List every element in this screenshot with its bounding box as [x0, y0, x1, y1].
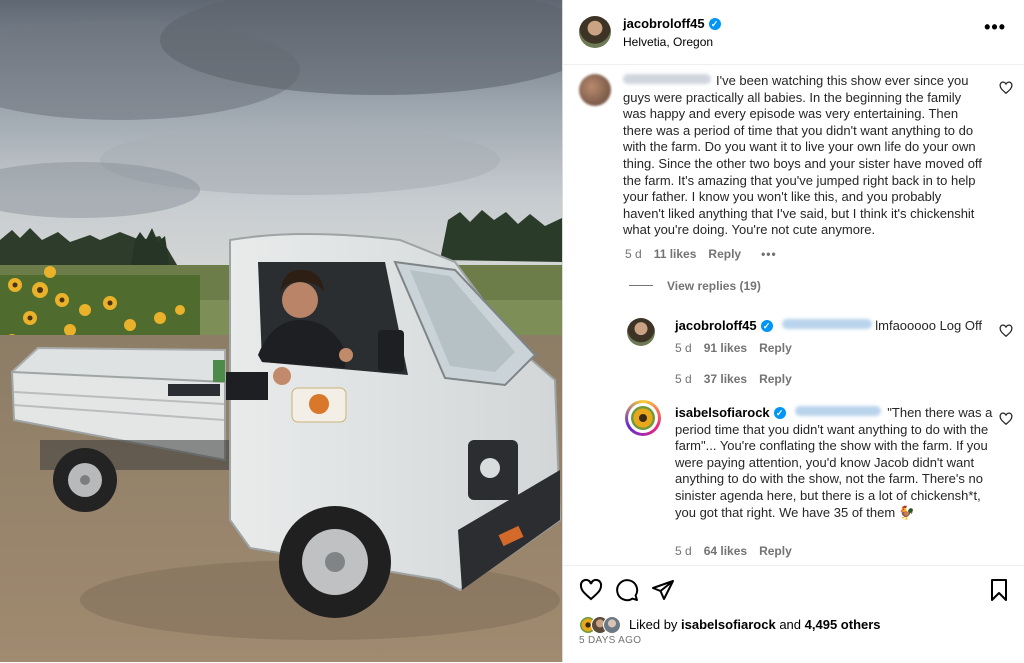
- reply-like-heart-icon[interactable]: [999, 324, 1013, 338]
- reply-body: isabelsofiarock ✓ "Then there was a perio…: [675, 405, 995, 521]
- verified-badge-icon: ✓: [708, 18, 721, 30]
- post-photo-illustration: [0, 0, 562, 662]
- comment-text: I've been watching this show ever since …: [623, 73, 982, 238]
- post-date[interactable]: 5 DAYS AGO: [579, 635, 641, 646]
- view-replies-button[interactable]: View replies (19): [629, 279, 761, 293]
- comment-body: I've been watching this show ever since …: [623, 73, 985, 239]
- reply-button[interactable]: Reply: [759, 544, 792, 558]
- comment-meta: 5 d 11 likes Reply •••: [625, 247, 777, 261]
- reply-avatar[interactable]: [625, 400, 661, 436]
- reply-age: 5 d: [675, 372, 692, 386]
- liked-by-user[interactable]: isabelsofiarock: [681, 617, 776, 632]
- share-icon[interactable]: [651, 578, 675, 602]
- reply-username[interactable]: isabelsofiarock: [675, 405, 770, 420]
- sunflower-avatar-image: [631, 406, 655, 430]
- verified-badge-icon: ✓: [760, 320, 773, 332]
- avatar[interactable]: [579, 16, 611, 48]
- liked-by-prefix: Liked by: [629, 617, 678, 632]
- commenter-avatar[interactable]: [579, 74, 611, 106]
- author-username[interactable]: jacobroloff45: [623, 16, 705, 31]
- heart-icon[interactable]: [579, 578, 603, 602]
- comment-like-heart-icon[interactable]: [999, 81, 1013, 95]
- reply-button[interactable]: Reply: [708, 247, 741, 261]
- comment-icon[interactable]: [615, 578, 639, 602]
- post-header: jacobroloff45 ✓ Helvetia, Oregon •••: [563, 0, 1024, 65]
- reply-meta: 5 d 37 likes Reply: [675, 372, 792, 386]
- reply-body: jacobroloff45 ✓ lmfaooooo Log Off: [675, 318, 995, 335]
- reply-like-count[interactable]: 64 likes: [704, 544, 747, 558]
- comment-age: 5 d: [625, 247, 642, 261]
- divider: [629, 285, 653, 286]
- redacted-mention: [782, 319, 873, 329]
- comment-options-icon[interactable]: •••: [761, 247, 777, 261]
- post-side-panel: jacobroloff45 ✓ Helvetia, Oregon ••• I've…: [562, 0, 1024, 662]
- redacted-username: [623, 74, 711, 84]
- liked-by-others[interactable]: 4,495 others: [805, 617, 881, 632]
- reply-button[interactable]: Reply: [759, 372, 792, 386]
- reply-meta: 5 d 91 likes Reply: [675, 341, 792, 355]
- reply-meta: 5 d 64 likes Reply: [675, 544, 792, 558]
- verified-badge-icon: ✓: [773, 407, 786, 419]
- post-photo[interactable]: [0, 0, 562, 662]
- liked-by-summary: Liked by isabelsofiarock and 4,495 other…: [629, 617, 881, 632]
- reply-like-count[interactable]: 37 likes: [704, 372, 747, 386]
- reply-button[interactable]: Reply: [759, 341, 792, 355]
- reply-age: 5 d: [675, 341, 692, 355]
- reply-like-heart-icon[interactable]: [999, 412, 1013, 426]
- reply-like-count[interactable]: 91 likes: [704, 341, 747, 355]
- bookmark-icon[interactable]: [987, 578, 1011, 602]
- reply-username[interactable]: jacobroloff45: [675, 318, 757, 333]
- avatar: [603, 616, 621, 634]
- author-username-row[interactable]: jacobroloff45 ✓: [623, 16, 721, 31]
- more-options-icon[interactable]: •••: [984, 18, 1006, 36]
- post-actions-bar: Liked by isabelsofiarock and 4,495 other…: [563, 565, 1024, 663]
- reply-avatar[interactable]: [627, 318, 655, 346]
- reply-text: "Then there was a period time that you d…: [675, 405, 993, 520]
- liked-by-and: and: [779, 617, 802, 632]
- view-replies-label: View replies (19): [667, 279, 761, 293]
- comment-like-count[interactable]: 11 likes: [654, 247, 697, 261]
- reply-age: 5 d: [675, 544, 692, 558]
- liker-avatars[interactable]: [579, 616, 627, 634]
- redacted-mention: [795, 406, 882, 416]
- post-location[interactable]: Helvetia, Oregon: [623, 35, 713, 49]
- reply-text: lmfaooooo Log Off: [875, 318, 982, 333]
